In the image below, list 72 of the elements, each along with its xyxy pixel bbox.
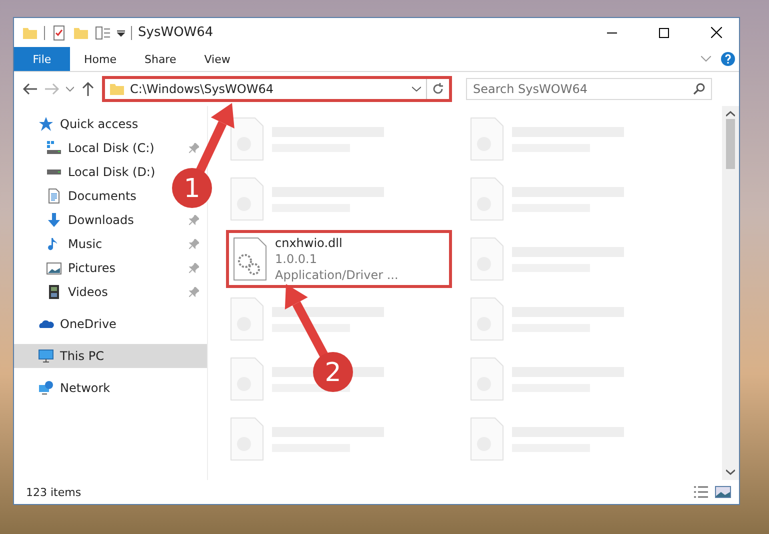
callout-number: 1 xyxy=(184,174,200,204)
sidebar-item[interactable]: Documents xyxy=(14,184,144,208)
faded-file-icon xyxy=(470,117,504,161)
ribbon-tab[interactable]: File xyxy=(14,47,70,71)
faded-file-icon xyxy=(470,177,504,221)
sidebar-item[interactable]: Pictures xyxy=(14,256,207,280)
pin-icon xyxy=(189,215,199,225)
pin-icon xyxy=(189,143,199,153)
network-icon xyxy=(38,380,54,396)
properties-icon[interactable] xyxy=(95,24,111,40)
faded-file-icon xyxy=(470,357,504,401)
chevron-down-icon[interactable] xyxy=(726,469,735,475)
faded-file-icon xyxy=(230,117,264,161)
details-view-icon[interactable] xyxy=(693,486,709,498)
chevron-down-icon[interactable] xyxy=(66,86,74,92)
window-title: SysWOW64 xyxy=(138,25,214,40)
file-name: cnxhwio.dll xyxy=(275,235,344,251)
sidebar-item[interactable]: This PC xyxy=(14,344,207,368)
faded-file-icon xyxy=(230,297,264,341)
chevron-up-icon[interactable] xyxy=(726,111,735,117)
callout-badge xyxy=(313,352,353,392)
sidebar-item[interactable]: Quick access xyxy=(14,112,146,136)
sidebar-item[interactable]: Network xyxy=(14,376,118,400)
close-icon xyxy=(710,27,722,38)
help-icon[interactable] xyxy=(721,52,735,66)
ribbon-tab[interactable]: View xyxy=(190,47,244,71)
sidebar-item[interactable]: Local Disk (D:) xyxy=(14,160,164,184)
pin-icon xyxy=(189,239,199,249)
faded-file-icon xyxy=(230,177,264,221)
sidebar-item[interactable]: Downloads xyxy=(14,208,207,232)
dropdown-caret-icon[interactable] xyxy=(117,28,125,36)
ribbon-tab[interactable]: Home xyxy=(70,47,130,71)
search-field[interactable]: Search SysWOW64 xyxy=(466,78,712,100)
monitor-icon xyxy=(38,348,54,364)
chevron-down-icon[interactable] xyxy=(412,86,421,92)
faded-file-icon xyxy=(230,417,264,461)
picture-icon xyxy=(46,260,62,276)
sidebar-item[interactable]: Local Disk (C:) xyxy=(14,136,207,160)
document-icon xyxy=(46,188,62,204)
item-count: 123 items xyxy=(26,486,82,498)
drive-icon xyxy=(46,169,62,175)
callout-number: 2 xyxy=(324,358,342,388)
faded-file-icon xyxy=(230,357,264,401)
file-tile[interactable]: cnxhwio.dll 1.0.0.1 Application/Driver ... xyxy=(226,230,452,288)
refresh-icon[interactable] xyxy=(432,83,444,95)
scrollbar[interactable] xyxy=(722,106,739,480)
maximize-icon xyxy=(659,28,669,38)
checklist-icon[interactable] xyxy=(51,24,67,40)
large-icons-view-icon[interactable] xyxy=(715,486,731,498)
sidebar-item[interactable]: OneDrive xyxy=(14,312,124,336)
search-icon xyxy=(693,83,705,95)
faded-file-icon xyxy=(470,237,504,281)
folder-icon xyxy=(109,81,125,97)
file-version: 1.0.0.1 xyxy=(275,251,318,267)
callout-badge xyxy=(172,168,212,208)
star-icon xyxy=(38,116,54,132)
sidebar-item[interactable]: Music xyxy=(14,232,207,256)
drive-icon xyxy=(46,140,62,156)
up-arrow-icon[interactable] xyxy=(80,81,96,97)
scrollbar-thumb[interactable] xyxy=(726,119,735,169)
faded-file-icon xyxy=(470,297,504,341)
ribbon-tab[interactable]: Share xyxy=(130,47,190,71)
address-bar[interactable]: C:\Windows\SysWOW64 xyxy=(102,76,452,102)
film-icon xyxy=(46,284,62,300)
pin-icon xyxy=(189,263,199,273)
pin-icon xyxy=(189,287,199,297)
back-arrow-icon[interactable] xyxy=(22,81,38,97)
download-arrow-icon xyxy=(46,212,62,228)
faded-file-icon xyxy=(470,417,504,461)
sidebar-item[interactable]: Videos xyxy=(14,280,207,304)
file-type: Application/Driver ... xyxy=(275,267,398,283)
gear-file-icon xyxy=(233,237,267,281)
